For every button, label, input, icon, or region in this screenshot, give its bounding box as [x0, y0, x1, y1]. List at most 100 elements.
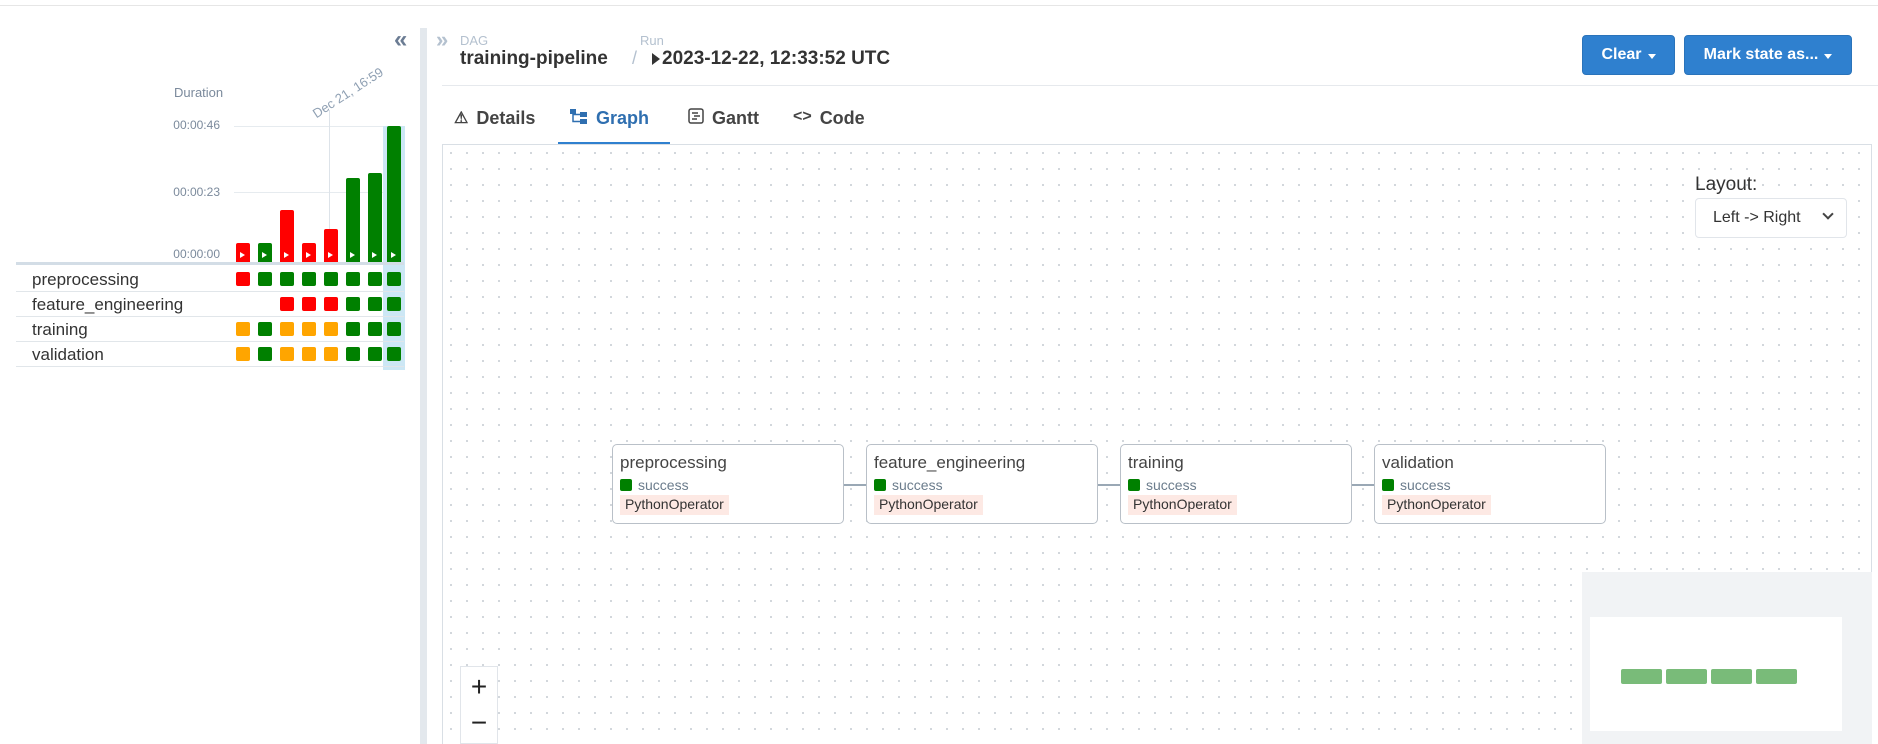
clear-button[interactable]: Clear — [1582, 35, 1675, 75]
warning-icon: ⚠ — [454, 110, 469, 127]
collapse-panel-icon[interactable]: « — [394, 28, 407, 52]
task-instance-cell[interactable] — [368, 272, 382, 286]
task-instance-cell[interactable] — [387, 322, 401, 336]
task-instance-cell[interactable] — [302, 297, 316, 311]
task-instance-cell[interactable] — [258, 272, 272, 286]
graph-icon — [570, 108, 588, 129]
state-square-icon — [620, 479, 632, 491]
run-duration-bar[interactable] — [387, 126, 401, 262]
breadcrumb-run-label: Run — [640, 33, 664, 48]
play-icon — [306, 252, 311, 258]
chevron-down-icon — [1822, 208, 1834, 220]
task-name[interactable]: training — [32, 320, 88, 340]
run-duration-bar[interactable] — [236, 243, 250, 262]
graph-node-validation[interactable]: validation success PythonOperator — [1374, 444, 1606, 524]
task-instance-cell[interactable] — [236, 322, 250, 336]
node-operator: PythonOperator — [620, 495, 729, 515]
task-instance-cell[interactable] — [324, 322, 338, 336]
node-state: success — [1146, 477, 1197, 493]
task-instance-cell[interactable] — [346, 297, 360, 311]
node-title: feature_engineering — [874, 453, 1026, 472]
tab-graph[interactable]: Graph — [570, 100, 649, 144]
grid-line — [234, 126, 404, 127]
task-instance-cell[interactable] — [324, 272, 338, 286]
graph-node-training[interactable]: training success PythonOperator — [1120, 444, 1352, 524]
y-tick: 00:00:46 — [173, 118, 220, 132]
tab-gantt[interactable]: Gantt — [688, 100, 759, 144]
breadcrumb-run-name[interactable]: 2023-12-22, 12:33:52 UTC — [662, 48, 890, 70]
task-instance-cell[interactable] — [324, 297, 338, 311]
task-instance-cell[interactable] — [280, 297, 294, 311]
play-icon — [328, 252, 333, 258]
node-title: validation — [1382, 453, 1454, 472]
run-play-icon — [652, 53, 660, 65]
task-instance-cell[interactable] — [346, 347, 360, 361]
run-duration-bar[interactable] — [302, 243, 316, 262]
play-icon — [372, 252, 377, 258]
node-title: training — [1128, 453, 1184, 472]
task-name[interactable]: preprocessing — [32, 270, 139, 290]
layout-select-value: Left -> Right — [1713, 209, 1801, 226]
task-instance-cell[interactable] — [368, 322, 382, 336]
task-instance-cell[interactable] — [346, 272, 360, 286]
zoom-controls: + − — [460, 666, 498, 744]
play-icon — [284, 252, 289, 258]
task-instance-cell[interactable] — [387, 272, 401, 286]
graph-edge — [844, 484, 868, 486]
play-icon — [391, 252, 396, 258]
task-instance-cell[interactable] — [258, 322, 272, 336]
tab-label: Graph — [596, 108, 650, 128]
task-instance-cell[interactable] — [280, 272, 294, 286]
tab-label: Details — [476, 108, 536, 128]
graph-node-feature-engineering[interactable]: feature_engineering success PythonOperat… — [866, 444, 1098, 524]
duration-title: Duration — [174, 85, 224, 100]
run-duration-bar[interactable] — [280, 210, 294, 262]
graph-node-preprocessing[interactable]: preprocessing success PythonOperator — [612, 444, 844, 524]
node-operator: PythonOperator — [1128, 495, 1237, 515]
node-state: success — [1400, 477, 1451, 493]
task-instance-cell[interactable] — [346, 322, 360, 336]
y-tick: 00:00:00 — [173, 247, 220, 261]
task-instance-cell[interactable] — [258, 347, 272, 361]
task-instance-cell[interactable] — [280, 322, 294, 336]
run-duration-bar[interactable] — [324, 229, 338, 262]
minimap-node — [1756, 669, 1797, 684]
tab-details[interactable]: ⚠ Details — [454, 100, 535, 144]
task-instance-cell[interactable] — [368, 297, 382, 311]
mark-state-button[interactable]: Mark state as... — [1684, 35, 1852, 75]
layout-label: Layout: — [1695, 174, 1758, 195]
grid-baseline — [16, 262, 404, 265]
minimap-node — [1666, 669, 1707, 684]
task-instance-cell[interactable] — [368, 347, 382, 361]
task-instance-cell[interactable] — [280, 347, 294, 361]
code-icon: <> — [793, 108, 812, 125]
caret-down-icon — [1824, 53, 1833, 59]
play-icon — [350, 252, 355, 258]
task-instance-cell[interactable] — [236, 272, 250, 286]
task-name[interactable]: validation — [32, 345, 104, 365]
zoom-in-button[interactable]: + — [461, 669, 497, 705]
task-instance-cell[interactable] — [302, 347, 316, 361]
state-square-icon — [874, 479, 886, 491]
run-date-label: Dec 21, 16:59 — [309, 64, 386, 121]
mark-state-button-label: Mark state as... — [1703, 46, 1819, 63]
breadcrumb-dag-name[interactable]: training-pipeline — [460, 48, 608, 70]
task-instance-cell[interactable] — [302, 272, 316, 286]
panel-resize-handle[interactable] — [420, 28, 427, 744]
run-duration-bar[interactable] — [258, 243, 272, 262]
task-instance-cell[interactable] — [387, 347, 401, 361]
task-instance-cell[interactable] — [236, 347, 250, 361]
expand-panel-icon[interactable]: » — [436, 29, 448, 51]
task-instance-cell[interactable] — [387, 297, 401, 311]
zoom-out-button[interactable]: − — [461, 705, 497, 741]
task-instance-cell[interactable] — [302, 322, 316, 336]
run-duration-bar[interactable] — [368, 173, 382, 262]
layout-select[interactable]: Left -> Right — [1695, 198, 1847, 238]
y-tick: 00:00:23 — [173, 185, 220, 199]
play-icon — [262, 252, 267, 258]
task-name[interactable]: feature_engineering — [32, 295, 183, 315]
task-instance-cell[interactable] — [324, 347, 338, 361]
node-state: success — [638, 477, 689, 493]
tab-code[interactable]: <> Code — [793, 100, 865, 144]
run-duration-bar[interactable] — [346, 178, 360, 262]
